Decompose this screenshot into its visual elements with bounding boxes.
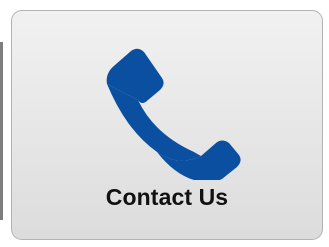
contact-us-button[interactable]: Contact Us (11, 10, 323, 240)
contact-us-label: Contact Us (105, 184, 229, 210)
adjacent-tile-edge (0, 42, 3, 220)
phone-icon (106, 48, 241, 180)
